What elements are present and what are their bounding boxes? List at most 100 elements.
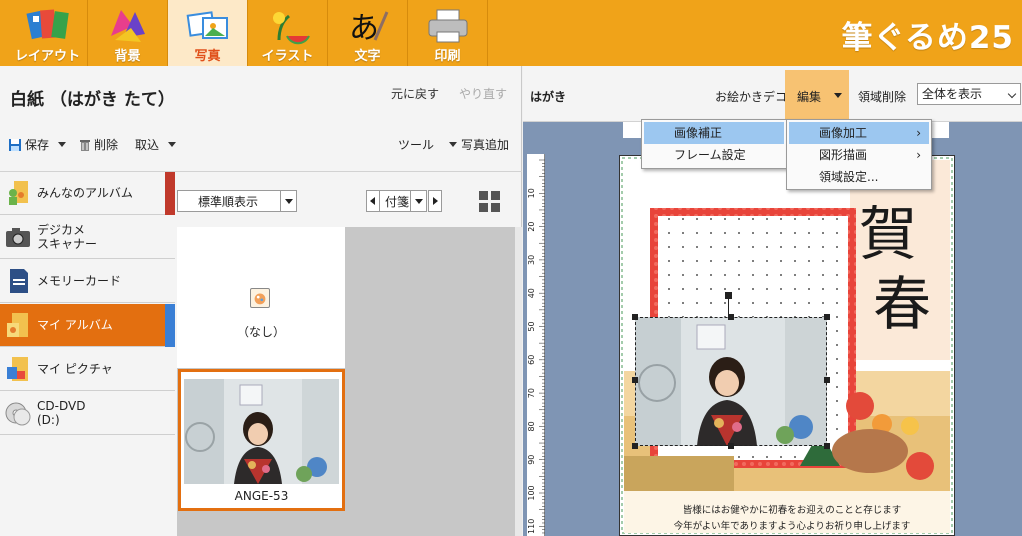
chevron-down-icon — [168, 142, 177, 147]
tab-print[interactable]: 印刷 — [408, 0, 488, 66]
people-album-icon — [9, 181, 28, 205]
edit-menu-button[interactable]: 編集 — [785, 70, 849, 120]
redo-button[interactable]: やり直す — [459, 85, 507, 102]
tab-label: 印刷 — [434, 49, 461, 64]
ruler-label: 90 — [527, 455, 536, 465]
page-title: 白紙 （はがき たて） — [10, 90, 175, 110]
tab-illustration[interactable]: イラスト — [248, 0, 328, 66]
source-item-my-pictures[interactable]: マイ ピクチャ — [0, 348, 175, 391]
ruler-label: 20 — [527, 222, 536, 232]
postcard-canvas: 賀 春 皆様にはお健やかに初春をお迎えのことと存じます 今年がよい年でありますよ… — [619, 155, 955, 536]
edit-dropdown-menu: 画像補正 フレーム設定 — [641, 119, 787, 169]
area-delete-button[interactable]: 領域削除 — [858, 88, 906, 105]
resize-handle[interactable] — [824, 314, 830, 320]
background-icon — [110, 10, 145, 42]
thumbnail-photo-selected[interactable]: ANGE-53 — [178, 369, 345, 511]
resize-handle[interactable] — [632, 377, 638, 383]
picture-deco-button[interactable]: お絵かきデコ — [715, 88, 787, 105]
text-icon: あ — [349, 11, 388, 46]
tab-layout[interactable]: レイアウト — [8, 0, 88, 66]
illustration-icon — [272, 12, 310, 45]
menu-item-label: 画像加工 — [819, 126, 868, 140]
source-item-my-album[interactable]: マイ アルバム — [0, 304, 175, 347]
source-list: みんなのアルバム デジカメ スキャナー メモリーカード マイ アルバム マイ ピ… — [0, 172, 175, 436]
sort-select-value: 標準順表示 — [198, 194, 259, 209]
tools-button[interactable]: ツール — [398, 136, 458, 153]
menu-item-image-processing[interactable]: 画像加工 › — [789, 122, 929, 144]
undo-button[interactable]: 元に戻す — [391, 85, 439, 102]
ruler-label: 30 — [527, 255, 536, 265]
chevron-down-icon — [834, 93, 842, 98]
chevron-down-icon — [449, 142, 458, 147]
tab-background[interactable]: 背景 — [88, 0, 168, 66]
ruler-label: 80 — [527, 421, 536, 431]
thumbnail-label: ANGE-53 — [234, 489, 289, 503]
ruler-label: 40 — [527, 288, 536, 298]
svg-text:あ: あ — [349, 11, 379, 46]
greeting-line-1: 皆様にはお健やかに初春をお迎えのことと存じます — [683, 504, 902, 516]
photo-toolbar: 保存 削除 取込 ツール 写真追加 — [0, 136, 522, 162]
memory-card-icon — [10, 269, 28, 293]
prev-tag-button[interactable] — [366, 190, 380, 212]
tab-photo[interactable]: 写真 — [168, 0, 248, 66]
canvas-toolbar: はがき お絵かきデコ 編集 領域削除 全体を表示 — [523, 66, 1022, 122]
save-button[interactable]: 保存 — [8, 136, 67, 153]
source-item-people-album[interactable]: みんなのアルバム — [0, 172, 175, 215]
source-item-camera-scanner[interactable]: デジカメ スキャナー — [0, 216, 175, 259]
menu-item-shape-drawing[interactable]: 図形描画 › — [789, 144, 929, 166]
ruler-ticks: 10 20 30 40 50 60 70 80 90 100 110 — [527, 159, 545, 536]
grid-view-icon[interactable] — [479, 191, 500, 212]
top-ribbon: レイアウト 背景 写真 イラスト あ 文字 印刷 筆ぐるめ25 — [0, 0, 1022, 66]
my-pictures-icon — [7, 357, 28, 381]
view-select[interactable]: 全体を表示 — [917, 83, 1021, 105]
tools-label: ツール — [398, 138, 435, 152]
app-window: レイアウト 背景 写真 イラスト あ 文字 印刷 筆ぐるめ25 白紙 （はがき … — [0, 0, 1022, 536]
next-tag-button[interactable] — [428, 190, 442, 212]
camera-icon — [6, 228, 30, 247]
save-label: 保存 — [25, 138, 50, 152]
printer-icon — [428, 9, 467, 43]
tag-select-value: 付箋 — [385, 194, 410, 209]
source-item-memory-card[interactable]: メモリーカード — [0, 260, 175, 303]
ruler-label: 70 — [527, 388, 536, 398]
layout-icon — [25, 9, 69, 40]
resize-handle[interactable] — [632, 314, 638, 320]
tag-select[interactable]: 付箋 — [379, 190, 427, 212]
import-label: 取込 — [135, 138, 160, 152]
tab-text[interactable]: あ 文字 — [328, 0, 408, 66]
tab-label: レイアウト — [14, 49, 80, 64]
chevron-right-icon: › — [916, 126, 921, 140]
resize-handle[interactable] — [632, 443, 638, 449]
tab-label: イラスト — [261, 49, 314, 64]
thumbnail-none[interactable]: （なし） — [177, 227, 345, 368]
import-button[interactable]: 取込 — [135, 136, 177, 153]
source-label: マイ ピクチャ — [37, 362, 113, 376]
vertical-ruler: 10 20 30 40 50 60 70 80 90 100 110 — [527, 154, 545, 536]
edit-label: 編集 — [797, 90, 822, 104]
sort-select[interactable]: 標準順表示 — [177, 190, 297, 212]
resize-handle[interactable] — [824, 443, 830, 449]
menu-item-image-correction[interactable]: 画像補正 — [644, 122, 784, 144]
resize-handle[interactable] — [824, 377, 830, 383]
placed-photo[interactable] — [632, 292, 830, 449]
resize-handle[interactable] — [728, 443, 734, 449]
thumbnail-scrollbar[interactable] — [515, 227, 522, 536]
menu-item-frame-settings[interactable]: フレーム設定 — [644, 144, 784, 166]
menu-item-area-settings[interactable]: 領域設定... — [789, 166, 929, 188]
source-label: みんなのアルバム — [37, 186, 133, 200]
rotate-handle[interactable] — [725, 292, 732, 299]
view-select-value: 全体を表示 — [922, 87, 983, 101]
selection-marker — [165, 172, 175, 215]
delete-button[interactable]: 削除 — [79, 136, 118, 153]
ruler-label: 50 — [527, 321, 536, 331]
chevron-down-icon[interactable] — [58, 142, 67, 147]
ruler-label: 10 — [527, 188, 536, 198]
child-photo-thumbnail — [184, 379, 339, 484]
resize-handle[interactable] — [728, 314, 734, 320]
chevron-down-icon — [280, 191, 296, 211]
photo-panel: 白紙 （はがき たて） 元に戻す やり直す 保存 削除 取込 ツール 写真追加 … — [0, 66, 522, 536]
ruler-label: 110 — [527, 519, 536, 534]
source-item-cd-dvd[interactable]: CD-DVD (D:) — [0, 392, 175, 435]
add-photo-button[interactable]: 写真追加 — [461, 136, 509, 153]
greeting-line-2: 今年がよい年でありますよう心よりお祈り申し上げます — [674, 520, 911, 532]
